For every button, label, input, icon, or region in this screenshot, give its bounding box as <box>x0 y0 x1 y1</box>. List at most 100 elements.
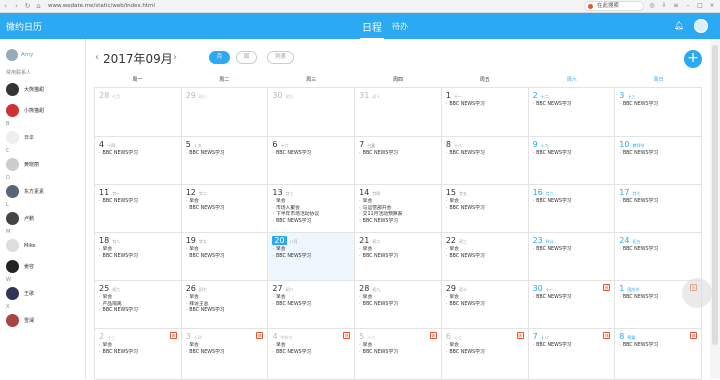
day-cell[interactable]: 15廿五早会BBC NEWS学习 <box>441 185 529 233</box>
day-cell[interactable]: 7白露BBC NEWS学习 <box>355 137 442 185</box>
home-icon[interactable]: ⌂ <box>33 1 44 12</box>
browser-search-box[interactable]: 在此搜索 <box>584 1 644 11</box>
day-cell[interactable]: 31 初十 <box>355 88 442 137</box>
event-item[interactable]: BBC NEWS学习 <box>99 199 177 206</box>
tab-todo[interactable]: 待办 <box>392 21 408 32</box>
day-cell[interactable]: 3十三BBC NEWS学习 <box>615 88 702 137</box>
contact-item[interactable]: 日伞 <box>6 131 34 144</box>
day-cell[interactable]: 14廿四早会与运营部开会交11月活动预算表BBC NEWS学习 <box>355 185 442 233</box>
day-cell[interactable]: 8十八BBC NEWS学习 <box>441 137 529 185</box>
event-item[interactable]: BBC NEWS学习 <box>533 151 611 158</box>
contact-item[interactable]: 东方素素 <box>6 185 44 198</box>
extension-icon[interactable]: ◎ <box>648 2 656 10</box>
event-item[interactable]: BBC NEWS学习 <box>533 295 611 302</box>
day-cell[interactable]: 13廿三早会市场人聚会下半年市场活动协议BBC NEWS学习 <box>268 185 356 233</box>
event-item[interactable]: BBC NEWS学习 <box>533 102 611 109</box>
day-cell[interactable]: 8寒露休BBC NEWS学习 <box>615 329 702 380</box>
day-cell[interactable]: 18廿八早会BBC NEWS学习 <box>95 233 182 281</box>
event-item[interactable]: BBC NEWS学习 <box>359 350 437 357</box>
event-item[interactable]: BBC NEWS学习 <box>446 302 524 309</box>
event-item[interactable]: BBC NEWS学习 <box>359 219 437 226</box>
day-cell[interactable]: 27初八早会BBC NEWS学习 <box>268 281 356 329</box>
download-icon[interactable]: ⇩ <box>660 2 668 10</box>
view-week-button[interactable]: 周 <box>236 51 257 64</box>
reload-icon[interactable]: ↻ <box>22 1 33 12</box>
event-item[interactable]: BBC NEWS学习 <box>533 199 611 206</box>
day-cell[interactable]: 22初三早会BBC NEWS学习 <box>441 233 529 281</box>
day-cell[interactable]: 21初二早会BBC NEWS学习 <box>355 233 442 281</box>
day-cell[interactable]: 16廿六BBC NEWS学习 <box>528 185 616 233</box>
event-item[interactable]: BBC NEWS学习 <box>619 199 697 206</box>
event-item[interactable]: BBC NEWS学习 <box>533 343 611 350</box>
event-item[interactable]: BBC NEWS学习 <box>99 350 177 357</box>
user-avatar[interactable] <box>694 19 708 33</box>
day-cell[interactable]: 10教师节BBC NEWS学习 <box>615 137 702 185</box>
contact-item[interactable]: 卢鹏 <box>6 212 34 225</box>
bell-icon[interactable]: 🔔︎ <box>674 21 684 30</box>
day-cell[interactable]: 25初六早会产品隔离BBC NEWS学习 <box>95 281 182 329</box>
close-icon[interactable]: × <box>708 2 716 10</box>
day-cell[interactable]: 2十二BBC NEWS学习 <box>528 88 616 137</box>
day-cell[interactable]: 6十七休早会BBC NEWS学习 <box>441 329 529 380</box>
event-item[interactable]: BBC NEWS学习 <box>359 151 437 158</box>
address-bar[interactable]: www.wedate.me/static/web/index.html <box>48 3 298 9</box>
event-item[interactable]: BBC NEWS学习 <box>272 350 350 357</box>
event-item[interactable]: BBC NEWS学习 <box>446 206 524 213</box>
event-item[interactable]: BBC NEWS学习 <box>272 219 350 226</box>
day-cell[interactable]: 4十四BBC NEWS学习 <box>95 137 182 185</box>
day-cell[interactable]: 5十六休早会BBC NEWS学习 <box>355 329 442 380</box>
contact-item[interactable]: Mike <box>6 239 36 252</box>
app-title[interactable]: 微约日历 <box>6 20 42 33</box>
event-item[interactable]: BBC NEWS学习 <box>359 302 437 309</box>
contact-item[interactable]: 王歌 <box>6 287 34 300</box>
day-cell[interactable]: 28 七月 <box>95 88 182 137</box>
event-item[interactable]: BBC NEWS学习 <box>619 102 697 109</box>
day-cell[interactable]: 11廿一BBC NEWS学习 <box>95 185 182 233</box>
day-cell[interactable]: 28初九早会BBC NEWS学习 <box>355 281 442 329</box>
day-cell[interactable]: 4中秋节休早会BBC NEWS学习 <box>268 329 356 380</box>
view-month-button[interactable]: 月 <box>209 51 230 64</box>
event-item[interactable]: BBC NEWS学习 <box>272 302 350 309</box>
event-item[interactable]: BBC NEWS学习 <box>186 151 264 158</box>
event-item[interactable]: BBC NEWS学习 <box>359 254 437 261</box>
event-item[interactable]: BBC NEWS学习 <box>186 308 264 315</box>
forward-icon[interactable]: › <box>11 1 22 12</box>
event-item[interactable]: BBC NEWS学习 <box>186 206 264 213</box>
contact-item[interactable]: 大熊猫甜 <box>6 83 44 96</box>
menu-icon[interactable]: ≡ <box>672 2 680 10</box>
add-event-button[interactable]: + <box>684 50 702 68</box>
day-cell[interactable]: 23秋分BBC NEWS学习 <box>528 233 616 281</box>
event-item[interactable]: BBC NEWS学习 <box>446 151 524 158</box>
day-cell[interactable]: 7十八休BBC NEWS学习 <box>528 329 616 380</box>
event-item[interactable]: BBC NEWS学习 <box>272 254 350 261</box>
day-cell[interactable]: 24初五BBC NEWS学习 <box>615 233 702 281</box>
day-cell[interactable]: 30十一班BBC NEWS学习 <box>528 281 616 329</box>
maximize-icon[interactable]: □ <box>696 2 704 10</box>
prev-month-icon[interactable]: ‹ <box>95 52 99 63</box>
day-cell[interactable]: 17廿七BBC NEWS学习 <box>615 185 702 233</box>
current-user[interactable]: Amy <box>6 49 33 61</box>
next-month-icon[interactable]: › <box>173 52 177 63</box>
event-item[interactable]: BBC NEWS学习 <box>619 343 697 350</box>
contact-item[interactable]: 黄晓丽 <box>6 158 39 171</box>
contact-item[interactable]: 雪澜 <box>6 314 34 327</box>
event-item[interactable]: BBC NEWS学习 <box>99 254 177 261</box>
day-cell[interactable]: 19廿九早会BBC NEWS学习 <box>181 233 269 281</box>
scrollbar[interactable] <box>710 39 720 379</box>
day-cell[interactable]: 29初十早会BBC NEWS学习 <box>441 281 529 329</box>
event-item[interactable]: BBC NEWS学习 <box>533 247 611 254</box>
back-icon[interactable]: ‹ <box>0 1 11 12</box>
event-item[interactable]: BBC NEWS学习 <box>99 151 177 158</box>
event-item[interactable]: BBC NEWS学习 <box>619 247 697 254</box>
event-item[interactable]: BBC NEWS学习 <box>186 350 264 357</box>
contact-item[interactable]: 小熊猫甜 <box>6 104 44 117</box>
day-cell[interactable]: 6十六BBC NEWS学习 <box>268 137 356 185</box>
scrollbar-thumb[interactable] <box>712 45 718 345</box>
event-item[interactable]: BBC NEWS学习 <box>272 151 350 158</box>
day-cell[interactable]: 3十四休早会BBC NEWS学习 <box>181 329 269 380</box>
contact-item[interactable]: 姜容 <box>6 260 34 273</box>
event-item[interactable]: BBC NEWS学习 <box>619 151 697 158</box>
event-item[interactable]: BBC NEWS学习 <box>99 308 177 315</box>
event-item[interactable]: BBC NEWS学习 <box>446 350 524 357</box>
day-cell[interactable]: 12廿二早会BBC NEWS学习 <box>181 185 269 233</box>
